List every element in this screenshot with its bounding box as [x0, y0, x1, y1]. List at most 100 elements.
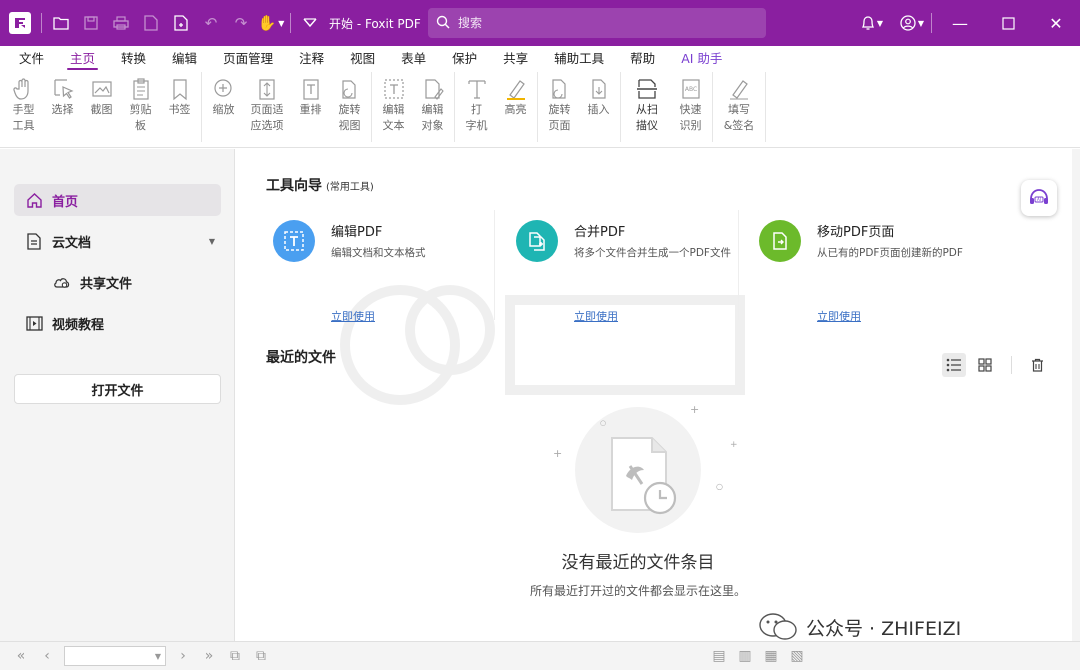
ribbon-button-label: 书签 — [168, 103, 191, 116]
edit-object-icon — [421, 76, 445, 102]
customize-dropdown-icon[interactable] — [295, 8, 325, 38]
ribbon-button-rotate-view[interactable]: 旋转 视图 — [330, 72, 369, 142]
search-input[interactable] — [458, 16, 738, 30]
page-number-input[interactable] — [64, 646, 166, 666]
open-folder-icon[interactable] — [46, 8, 76, 38]
ribbon-button-rotate-page[interactable]: 旋转 页面 — [540, 72, 579, 142]
ribbon-button-fit-page[interactable]: 页面适 应选项 — [243, 72, 291, 142]
save-icon[interactable] — [76, 8, 106, 38]
print-icon[interactable] — [106, 8, 136, 38]
ribbon-group: 编辑 文本 编辑 对象 — [374, 72, 455, 142]
sidebar-item-cloud[interactable]: 云文档 ▼ — [14, 225, 221, 257]
page-thumbnail-icon[interactable]: ⧉ — [248, 643, 274, 669]
sidebar-item-video[interactable]: 视频教程 — [14, 307, 221, 339]
ribbon-button-label: 编辑 文本 — [382, 103, 405, 132]
notification-bell-icon[interactable]: ▼ — [857, 8, 887, 38]
ribbon-group: 手型 工具 选择 截图 剪贴 板 书签 — [4, 72, 202, 142]
list-view-button[interactable] — [942, 353, 966, 377]
last-page-icon[interactable]: » — [196, 643, 222, 669]
sidebar-item-shared[interactable]: 共享文件 — [14, 266, 221, 298]
next-page-icon[interactable]: › — [170, 643, 196, 669]
menu-item[interactable]: 编辑 — [159, 46, 210, 72]
ribbon-button-scanner[interactable]: 从扫 描仪 — [623, 72, 671, 142]
menu-item[interactable]: 主页 — [57, 46, 108, 72]
redo-icon[interactable]: ↷ — [226, 8, 256, 38]
new-doc-icon[interactable] — [166, 8, 196, 38]
ocr-icon: ABC — [679, 76, 703, 102]
menu-item[interactable]: 页面管理 — [210, 46, 286, 72]
menu-item[interactable]: 帮助 — [617, 46, 668, 72]
separator — [931, 13, 932, 33]
watermark-text: 公众号 · ZHIFEIZI — [806, 617, 962, 640]
open-file-button[interactable]: 打开文件 — [14, 374, 221, 404]
menu-item[interactable]: 表单 — [388, 46, 439, 72]
ribbon-button-insert[interactable]: 插入 — [579, 72, 618, 142]
menu-item[interactable]: 共享 — [490, 46, 541, 72]
menu-item[interactable]: 注释 — [286, 46, 337, 72]
ai-assistant-float-button[interactable]: AI — [1021, 180, 1057, 216]
typewriter-icon — [465, 76, 489, 102]
chevron-down-icon[interactable]: ▼ — [209, 237, 215, 246]
ribbon-button-label: 打 字机 — [465, 103, 488, 132]
ribbon-button-ocr[interactable]: ABC 快速 识别 — [671, 72, 710, 142]
ribbon-button-fill-sign[interactable]: 填写 &签名 — [715, 72, 763, 142]
menu-item[interactable]: 转换 — [108, 46, 159, 72]
continuous-view-icon[interactable]: ▥ — [732, 643, 758, 669]
tool-card-merge-pdf[interactable]: 合并PDF 将多个文件合并生成一个PDF文件 立即使用 — [516, 210, 756, 330]
app-logo-icon[interactable] — [9, 12, 31, 34]
ribbon-button-reflow[interactable]: 重排 — [291, 72, 330, 142]
ribbon-button-hand[interactable]: 手型 工具 — [4, 72, 43, 142]
search-box[interactable] — [428, 8, 766, 38]
ribbon-button-highlight[interactable]: 高亮 — [496, 72, 535, 142]
ribbon-button-screenshot[interactable]: 截图 — [82, 72, 121, 142]
continuous-facing-view-icon[interactable]: ▧ — [784, 643, 810, 669]
vertical-scrollbar[interactable] — [1072, 149, 1080, 641]
svg-text:AI: AI — [1037, 197, 1041, 202]
ribbon-button-select-cursor[interactable]: 选择 — [43, 72, 82, 142]
tool-card-edit-pdf[interactable]: 编辑PDF 编辑文档和文本格式 立即使用 — [273, 210, 513, 330]
screenshot-icon — [90, 76, 114, 102]
tool-name: 编辑PDF — [331, 225, 383, 240]
menu-item[interactable]: 文件 — [6, 46, 57, 72]
close-button[interactable]: ✕ — [1032, 0, 1080, 46]
tool-card-move-pages[interactable]: 移动PDF页面 从已有的PDF页面创建新的PDF 立即使用 — [759, 210, 999, 330]
home-icon — [24, 190, 44, 210]
video-tutorial-icon — [24, 313, 44, 333]
ribbon-button-bookmark[interactable]: 书签 — [160, 72, 199, 142]
ribbon-button-typewriter[interactable]: 打 字机 — [457, 72, 496, 142]
single-page-view-icon[interactable]: ▤ — [706, 643, 732, 669]
menu-item[interactable]: 保护 — [439, 46, 490, 72]
use-now-link[interactable]: 立即使用 — [331, 308, 375, 324]
ai-headset-icon: AI — [1030, 189, 1048, 204]
facing-view-icon[interactable]: ▦ — [758, 643, 784, 669]
ribbon-button-zoom[interactable]: 缩放 — [204, 72, 243, 142]
undo-icon[interactable]: ↶ — [196, 8, 226, 38]
ribbon-button-label: 编辑 对象 — [421, 103, 444, 132]
grid-view-button[interactable] — [973, 353, 997, 377]
use-now-link[interactable]: 立即使用 — [817, 308, 861, 324]
menu-item[interactable]: AI 助手 — [668, 46, 735, 72]
minimize-button[interactable]: — — [936, 0, 984, 46]
maximize-button[interactable] — [984, 0, 1032, 46]
previous-page-icon[interactable]: ‹ — [34, 643, 60, 669]
use-now-link[interactable]: 立即使用 — [574, 308, 618, 324]
hand-tool-quick-icon[interactable]: ✋ ▼ — [256, 8, 286, 38]
menu-item[interactable]: 辅助工具 — [541, 46, 617, 72]
ribbon-button-clipboard[interactable]: 剪贴 板 — [121, 72, 160, 142]
ribbon-button-edit-text[interactable]: 编辑 文本 — [374, 72, 413, 142]
menu-item[interactable]: 视图 — [337, 46, 388, 72]
share-doc-icon[interactable] — [136, 8, 166, 38]
delete-recent-button[interactable] — [1025, 353, 1049, 377]
clipboard-icon — [129, 76, 153, 102]
select-cursor-icon — [51, 76, 75, 102]
grid-view-icon — [978, 358, 992, 372]
account-icon[interactable]: ▼ — [897, 8, 927, 38]
sidebar-item-home[interactable]: 首页 — [14, 184, 221, 216]
first-page-icon[interactable]: « — [8, 643, 34, 669]
copy-page-icon[interactable]: ⧉ — [222, 643, 248, 669]
ribbon-button-edit-object[interactable]: 编辑 对象 — [413, 72, 452, 142]
ribbon-button-label: 重排 — [299, 103, 322, 116]
tools-subtitle-text: (常用工具) — [326, 182, 374, 193]
ribbon-button-label: 高亮 — [504, 103, 527, 116]
page-dropdown-icon[interactable]: ▼ — [152, 643, 164, 669]
